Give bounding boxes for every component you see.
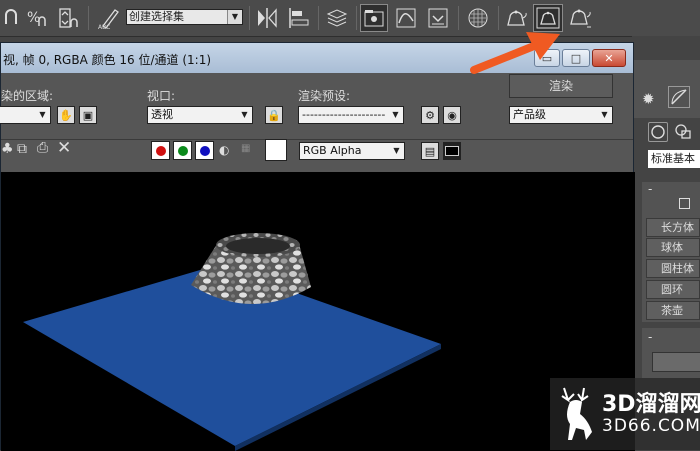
selection-set-dropdown[interactable]: 创建选择集 ▼ (126, 9, 243, 25)
chevron-down-icon: ▼ (601, 110, 608, 119)
autogrid-checkbox[interactable] (679, 198, 690, 209)
render-setup-icon[interactable] (502, 4, 530, 32)
render-area-dropdown[interactable]: ▼ (0, 106, 51, 124)
spinner-snap-icon[interactable] (56, 4, 80, 32)
clear-icon[interactable]: ✕ (57, 138, 71, 158)
chevron-down-icon: ▼ (227, 10, 242, 24)
red-channel-button[interactable] (151, 141, 170, 160)
annotation-arrow-icon (470, 32, 560, 74)
render-area-label: 染的区域: (1, 89, 54, 103)
mirror-icon[interactable] (254, 4, 280, 32)
percent-snap-icon[interactable]: % (26, 4, 50, 32)
teapot-button[interactable]: 茶壶 (646, 301, 700, 320)
display-channel-dropdown[interactable]: RGB Alpha ▼ (299, 142, 405, 160)
alpha-channel-icon[interactable]: ◐ (219, 143, 229, 157)
material-editor-icon[interactable] (464, 4, 492, 32)
selection-set-value: 创建选择集 (129, 10, 184, 23)
viewport-value: 透视 (151, 108, 173, 121)
cylinder-button[interactable]: 圆柱体 (646, 259, 700, 278)
watermark-domain: 3D66.COM (602, 416, 700, 436)
render-quality-dropdown[interactable]: 产品级 ▼ (509, 106, 613, 124)
create-tab-icon[interactable]: ✹ (642, 90, 655, 108)
viewport-label: 视口: (147, 89, 176, 103)
render-preset-label: 渲染预设: (298, 89, 351, 103)
render-quality-value: 产品级 (513, 108, 546, 121)
rollout-collapse-icon[interactable]: - (648, 330, 652, 344)
toggle-ui-icon[interactable] (443, 142, 461, 160)
lock-icon[interactable]: 🔒 (265, 106, 283, 124)
curve-editor-icon[interactable] (392, 4, 420, 32)
shapes-icon[interactable] (674, 122, 692, 144)
render-preset-dropdown[interactable]: --------------------- ▼ (298, 106, 404, 124)
display-channel-value: RGB Alpha (303, 144, 362, 157)
red-channel-icon (155, 145, 166, 156)
chevron-down-icon: ▼ (393, 146, 400, 155)
window-title: 视, 帧 0, RGBA 颜色 16 位/通道 (1:1) (3, 53, 212, 67)
swatch-color-box[interactable] (265, 139, 287, 161)
green-channel-icon (177, 145, 188, 156)
schematic-view-icon[interactable] (424, 4, 452, 32)
deer-logo-icon (561, 387, 592, 440)
align-icon[interactable] (286, 4, 312, 32)
main-toolbar: % ABC 创建选择集 ▼ (0, 0, 700, 37)
modify-tab-icon[interactable] (668, 86, 690, 108)
edit-region-icon[interactable]: ✋ (57, 106, 75, 124)
close-button[interactable]: ✕ (592, 49, 626, 67)
box-button[interactable]: 长方体 (646, 218, 700, 237)
rendered-frame-window-icon[interactable] (533, 4, 563, 32)
print-icon[interactable]: ⎙ (37, 140, 48, 156)
save-image-icon[interactable]: ♣ (1, 141, 14, 157)
rendered-scene (23, 233, 441, 451)
name-color-rollout: - (642, 328, 700, 378)
snaps-toggle-icon[interactable] (2, 4, 22, 32)
toolbar-separator (318, 6, 319, 30)
render-production-icon[interactable] (566, 4, 594, 32)
auto-region-icon[interactable]: ▣ (79, 106, 97, 124)
scene-explorer-icon[interactable] (360, 4, 388, 32)
monochrome-icon[interactable]: ▦ (241, 143, 250, 154)
toolbar-divider (1, 139, 633, 140)
rendered-frame-window: 视, 帧 0, RGBA 颜色 16 位/通道 (1:1) ▭ □ ✕ 染的区域… (0, 42, 635, 451)
rendered-image-viewport (1, 172, 635, 451)
layer-manager-icon[interactable] (324, 4, 350, 32)
toolbar-separator (356, 6, 357, 30)
environment-icon[interactable]: ◉ (443, 106, 461, 124)
chevron-down-icon: ▼ (392, 110, 399, 119)
toggle-ui-overlay-icon[interactable]: ▤ (421, 142, 439, 160)
render-setup-small-icon[interactable]: ⚙ (421, 106, 439, 124)
toolbar-separator (498, 6, 499, 30)
geometry-icon[interactable] (648, 122, 668, 142)
rollout-collapse-icon[interactable]: - (648, 182, 652, 196)
green-channel-button[interactable] (173, 141, 192, 160)
svg-text:ABC: ABC (98, 24, 110, 30)
toolbar-separator (249, 6, 250, 30)
render-preset-value: --------------------- (302, 108, 386, 121)
cylinder-hole (226, 238, 290, 254)
name-field[interactable] (652, 352, 700, 372)
sphere-button[interactable]: 球体 (646, 238, 700, 257)
chevron-down-icon: ▼ (39, 110, 46, 119)
torus-button[interactable]: 圆环 (646, 280, 700, 299)
blue-channel-icon (199, 145, 210, 156)
toolbar-separator (458, 6, 459, 30)
blue-channel-button[interactable] (195, 141, 214, 160)
viewport-dropdown[interactable]: 透视 ▼ (147, 106, 253, 124)
watermark: 3D溜溜网 3D66.COM (550, 378, 700, 450)
chevron-down-icon: ▼ (241, 110, 248, 119)
edit-named-selection-icon[interactable]: ABC (96, 4, 122, 32)
watermark-brand: 3D溜溜网 (602, 392, 700, 417)
clone-window-icon[interactable]: ⧉ (17, 141, 27, 157)
object-category-dropdown[interactable]: 标准基本 (648, 150, 700, 168)
toolbar-separator (88, 6, 89, 30)
